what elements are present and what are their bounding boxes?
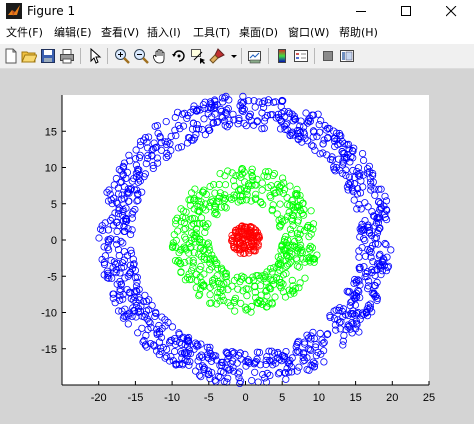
x-tick-label: 10 <box>313 392 325 404</box>
y-tick-label: -5 <box>47 271 57 283</box>
print-icon[interactable] <box>59 48 75 64</box>
x-tick-label: 25 <box>423 392 435 404</box>
menu-help[interactable]: 帮助(H) <box>339 26 378 40</box>
y-tick-label: 10 <box>45 163 57 175</box>
x-tick-label: 0 <box>242 392 248 404</box>
y-tick-label: -15 <box>41 344 57 356</box>
link-plot-icon[interactable] <box>247 48 263 64</box>
y-tick-label: 5 <box>51 199 57 211</box>
hide-plot-tools-icon[interactable] <box>320 48 336 64</box>
show-plot-tools-icon[interactable] <box>339 48 355 64</box>
pan-hand-icon[interactable] <box>152 48 168 64</box>
window-title: Figure 1 <box>27 4 76 18</box>
y-tick-label: 15 <box>45 126 57 138</box>
save-icon[interactable] <box>40 48 56 64</box>
matlab-logo-icon <box>6 3 22 19</box>
insert-colorbar-icon[interactable] <box>274 48 290 64</box>
zoom-in-icon[interactable] <box>114 48 130 64</box>
x-tick-label: -15 <box>127 392 143 404</box>
data-cursor-icon[interactable] <box>190 48 206 64</box>
edit-plot-arrow-icon[interactable] <box>87 48 103 64</box>
new-figure-icon[interactable] <box>3 48 19 64</box>
y-tick-label: 0 <box>51 235 57 247</box>
toolbar-separator <box>80 48 81 64</box>
menu-tools[interactable]: 工具(T) <box>193 26 230 40</box>
toolbar <box>0 44 474 69</box>
zoom-out-icon[interactable] <box>133 48 149 64</box>
insert-legend-icon[interactable] <box>293 48 309 64</box>
brush-icon[interactable] <box>209 48 225 64</box>
y-tick-label: -10 <box>41 308 57 320</box>
menu-file[interactable]: 文件(F) <box>6 26 43 40</box>
toolbar-separator <box>107 48 108 64</box>
minimize-icon <box>356 11 366 12</box>
chevron-down-icon[interactable] <box>226 48 242 64</box>
maximize-icon <box>401 6 411 16</box>
menu-bar: 文件(F) 编辑(E) 查看(V) 插入(I) 工具(T) 桌面(D) 窗口(W… <box>0 22 474 44</box>
menu-view[interactable]: 查看(V) <box>101 26 139 40</box>
menu-desktop[interactable]: 桌面(D) <box>239 26 278 40</box>
x-tick-label: 5 <box>279 392 285 404</box>
axes[interactable]: -20 -15 -10 -5 0 5 10 15 20 25 -15 -10 -5 0 5 10 15 <box>0 69 474 424</box>
close-icon <box>446 6 457 17</box>
maximize-button[interactable] <box>384 0 429 22</box>
rotate-3d-icon[interactable] <box>171 48 187 64</box>
toolbar-separator <box>268 48 269 64</box>
x-tick-label: -5 <box>204 392 214 404</box>
toolbar-separator <box>241 48 242 64</box>
close-button[interactable] <box>429 0 474 22</box>
figure-canvas: -20 -15 -10 -5 0 5 10 15 20 25 -15 -10 -5 0 5 10 15 <box>0 69 474 424</box>
title-bar: Figure 1 <box>0 0 474 22</box>
minimize-button[interactable] <box>339 0 384 22</box>
menu-edit[interactable]: 编辑(E) <box>54 26 92 40</box>
open-file-icon[interactable] <box>21 48 37 64</box>
x-tick-label: -20 <box>91 392 107 404</box>
x-tick-label: -10 <box>164 392 180 404</box>
x-tick-label: 20 <box>386 392 398 404</box>
menu-window[interactable]: 窗口(W) <box>288 26 329 40</box>
menu-insert[interactable]: 插入(I) <box>147 26 181 40</box>
toolbar-separator <box>314 48 315 64</box>
x-tick-label: 15 <box>349 392 361 404</box>
